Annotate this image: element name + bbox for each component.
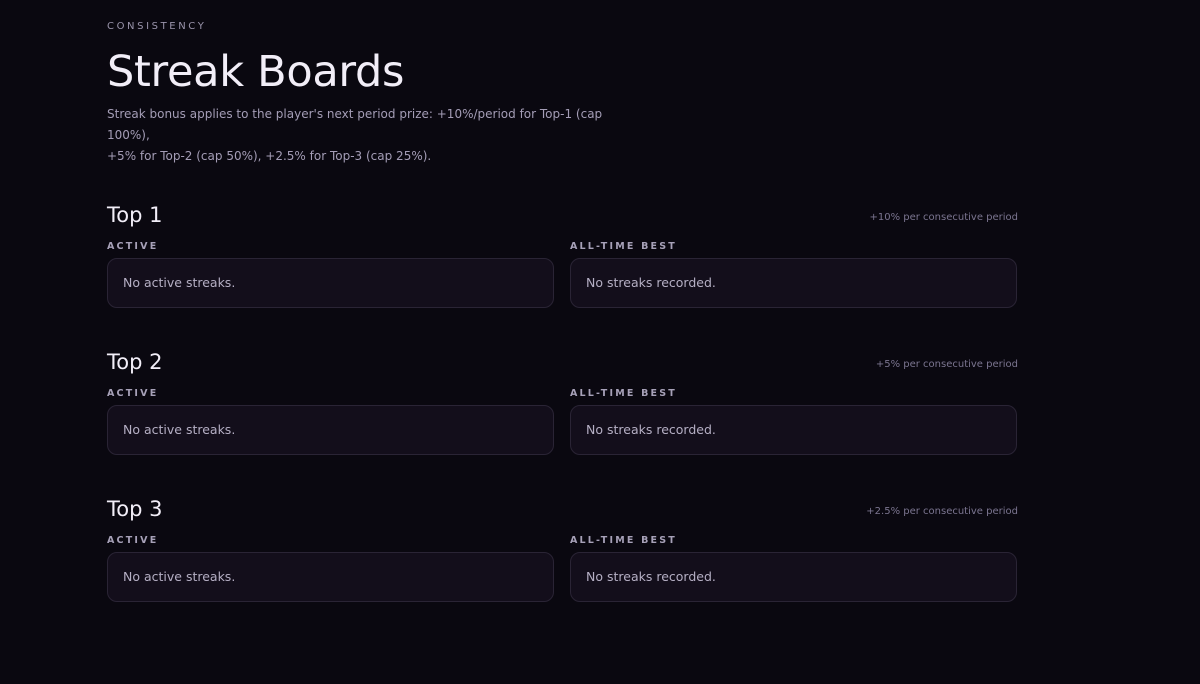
- section-bonus-note: +10% per consecutive period: [869, 212, 1018, 223]
- active-label: ACTIVE: [107, 388, 159, 399]
- active-streaks-card: No active streaks.: [107, 405, 554, 455]
- all-time-best-column: ALL-TIME BEST No streaks recorded.: [570, 534, 1017, 602]
- intro-line-2: +5% for Top-2 (cap 50%), +2.5% for Top-3…: [107, 149, 432, 163]
- active-column: ACTIVE No active streaks.: [107, 534, 554, 602]
- section-top-2: Top 2 +5% per consecutive period ACTIVE …: [107, 348, 1018, 455]
- active-column: ACTIVE No active streaks.: [107, 387, 554, 455]
- section-bonus-note: +2.5% per consecutive period: [866, 506, 1018, 517]
- section-header: Top 2 +5% per consecutive period: [107, 348, 1018, 376]
- all-time-best-label: ALL-TIME BEST: [570, 388, 677, 399]
- section-columns: ACTIVE No active streaks. ALL-TIME BEST …: [107, 534, 1018, 602]
- all-time-best-label: ALL-TIME BEST: [570, 241, 677, 252]
- active-label: ACTIVE: [107, 241, 159, 252]
- streak-boards-page: CONSISTENCY Streak Boards Streak bonus a…: [0, 0, 1200, 684]
- section-bonus-note: +5% per consecutive period: [875, 359, 1018, 370]
- page-intro: Streak bonus applies to the player's nex…: [107, 104, 647, 167]
- active-streaks-card: No active streaks.: [107, 258, 554, 308]
- page-eyebrow: CONSISTENCY: [107, 21, 207, 32]
- section-columns: ACTIVE No active streaks. ALL-TIME BEST …: [107, 240, 1018, 308]
- active-column: ACTIVE No active streaks.: [107, 240, 554, 308]
- all-time-best-card: No streaks recorded.: [570, 552, 1017, 602]
- section-top-1: Top 1 +10% per consecutive period ACTIVE…: [107, 201, 1018, 308]
- section-title: Top 3: [107, 497, 163, 521]
- active-streaks-card: No active streaks.: [107, 552, 554, 602]
- intro-line-1: Streak bonus applies to the player's nex…: [107, 107, 603, 142]
- all-time-best-column: ALL-TIME BEST No streaks recorded.: [570, 240, 1017, 308]
- section-top-3: Top 3 +2.5% per consecutive period ACTIV…: [107, 495, 1018, 602]
- all-time-best-card: No streaks recorded.: [570, 258, 1017, 308]
- all-time-best-label: ALL-TIME BEST: [570, 535, 677, 546]
- section-header: Top 3 +2.5% per consecutive period: [107, 495, 1018, 523]
- active-label: ACTIVE: [107, 535, 159, 546]
- all-time-best-card: No streaks recorded.: [570, 405, 1017, 455]
- page-title: Streak Boards: [107, 47, 405, 97]
- all-time-best-column: ALL-TIME BEST No streaks recorded.: [570, 387, 1017, 455]
- section-columns: ACTIVE No active streaks. ALL-TIME BEST …: [107, 387, 1018, 455]
- section-title: Top 1: [107, 203, 163, 227]
- section-title: Top 2: [107, 350, 163, 374]
- section-header: Top 1 +10% per consecutive period: [107, 201, 1018, 229]
